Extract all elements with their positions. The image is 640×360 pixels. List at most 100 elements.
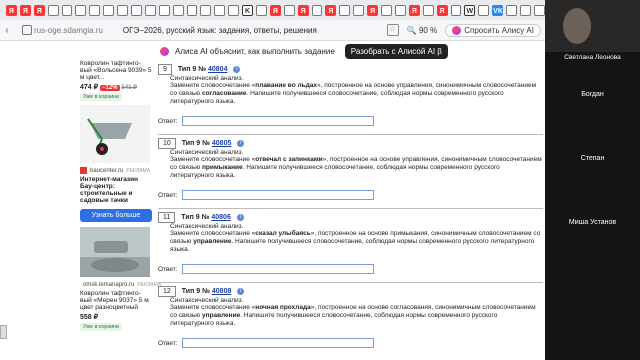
- tab-favicon-icon[interactable]: [158, 4, 170, 16]
- tab-favicon-icon[interactable]: [450, 4, 462, 16]
- tab-favicon-icon[interactable]: Я: [6, 4, 17, 16]
- tab-favicon-icon[interactable]: [381, 4, 392, 16]
- tab-favicon-icon[interactable]: [533, 4, 545, 16]
- tab-favicon-icon[interactable]: [144, 4, 156, 16]
- answer-input[interactable]: [181, 116, 374, 126]
- tab-favicon-icon[interactable]: [214, 4, 226, 16]
- participant-tile-1[interactable]: Светлана Леонова: [545, 0, 640, 61]
- baucenter-icon: [80, 167, 87, 174]
- task-id-link[interactable]: 40804: [208, 66, 227, 73]
- task-id-link[interactable]: 40806: [211, 214, 230, 221]
- answer-label: Ответ:: [158, 265, 178, 273]
- ask-alice-button[interactable]: Спросить Алису AI: [445, 23, 541, 37]
- wheelbarrow-image[interactable]: [80, 105, 150, 163]
- tab-favicon-icon[interactable]: [353, 4, 365, 16]
- task-block: 11 Тип 9 № 40806 i Синтаксический анализ. За…: [158, 212, 543, 274]
- ad-2-tag: РЕКЛАМА: [126, 167, 151, 174]
- task-number: 12: [158, 286, 176, 297]
- tab-favicon-icon[interactable]: Я: [269, 4, 281, 16]
- tab-favicon-icon[interactable]: [200, 4, 212, 16]
- answer-input[interactable]: [181, 264, 374, 274]
- tab-favicon-icon[interactable]: [422, 4, 434, 16]
- participant-name[interactable]: Степан: [545, 155, 640, 162]
- participant-name[interactable]: Миша Установ: [545, 219, 640, 226]
- tab-favicon-icon[interactable]: [506, 4, 518, 16]
- tab-favicon-icon[interactable]: Я: [436, 4, 448, 16]
- answer-label: Ответ:: [158, 117, 178, 125]
- tab-favicon-icon[interactable]: Я: [33, 4, 45, 16]
- task-title: Тип 9 № 40808: [182, 288, 232, 295]
- task-block: 12 Тип 9 № 40808 i Синтаксический анализ. За…: [158, 286, 543, 348]
- answer-input[interactable]: [181, 190, 374, 200]
- tab-favicon-icon[interactable]: [228, 4, 240, 16]
- tab-favicon-icon[interactable]: [339, 4, 351, 16]
- ad-3-title[interactable]: Ковролин тафтинго-вый «Мерен 9037» 5 м ц…: [80, 290, 152, 311]
- ask-alice-label: Спросить Алису AI: [464, 25, 534, 35]
- task-number: 11: [158, 212, 176, 223]
- tab-favicon-icon[interactable]: [186, 4, 198, 16]
- participant-avatar: [563, 8, 591, 44]
- task-type-label: Тип 9 №: [177, 66, 207, 73]
- participant-name[interactable]: Богдан: [545, 91, 640, 98]
- target-phrase: отвечал с запинками: [255, 156, 323, 163]
- task-id-link[interactable]: 40805: [212, 140, 231, 147]
- task-id-link[interactable]: 40808: [212, 288, 231, 295]
- tab-favicon-icon[interactable]: K: [242, 4, 254, 16]
- tab-favicon-icon[interactable]: [256, 4, 267, 16]
- task-header: 10 Тип 9 № 40805 i: [158, 138, 543, 149]
- ad-1-price-row: 474 ₽ −12% 541 ₽: [80, 83, 152, 91]
- tab-favicon-icon[interactable]: [131, 4, 142, 16]
- tab-favicon-icon[interactable]: Я: [408, 4, 420, 16]
- ad-3-badge: Уже в корзине: [80, 323, 123, 331]
- tab-favicon-icon[interactable]: Я: [297, 4, 309, 16]
- tab-favicon-icon[interactable]: Я: [19, 4, 31, 16]
- url-text[interactable]: rus-oge.sdamgia.ru: [34, 26, 103, 35]
- ad-2[interactable]: baucenter.ru РЕКЛАМА Интернет-магазин Ба…: [80, 105, 152, 222]
- tab-favicon-icon[interactable]: W: [464, 4, 476, 16]
- tab-favicon-icon[interactable]: [89, 4, 101, 16]
- ad-2-learn-more-button[interactable]: Узнать больше: [80, 209, 152, 222]
- page-title: ОГЭ−2026, русский язык: задания, ответы,…: [122, 25, 317, 35]
- scroll-handle[interactable]: [0, 325, 7, 339]
- ad-3-source-row: omsk.lemanapro.ru РЕКЛАМА: [80, 281, 161, 288]
- zoom-level[interactable]: 🔍 90 %: [407, 26, 437, 35]
- tab-favicon-icon[interactable]: [103, 4, 115, 16]
- task-subtitle: Синтаксический анализ.: [170, 149, 244, 156]
- tab-favicon-icon[interactable]: [394, 4, 406, 16]
- answer-row: Ответ:: [158, 190, 543, 200]
- tab-favicon-icon[interactable]: [47, 4, 59, 16]
- info-icon[interactable]: i: [236, 214, 244, 221]
- ad-3-source[interactable]: omsk.lemanapro.ru: [83, 282, 134, 288]
- back-icon[interactable]: ‹: [0, 25, 14, 36]
- ai-explain-button[interactable]: Разобрать с Алисой AI β: [344, 43, 448, 59]
- carpet-room-image[interactable]: [80, 227, 150, 277]
- ad-3[interactable]: omsk.lemanapro.ru РЕКЛАМА Ковролин тафти…: [80, 227, 161, 331]
- ad-2-source-row: baucenter.ru РЕКЛАМА: [80, 167, 152, 174]
- video-call-panel: Светлана Леонова Богдан Степан Миша Уста…: [545, 0, 640, 360]
- tab-favicon-icon[interactable]: [117, 4, 129, 16]
- tab-favicon-icon[interactable]: [172, 4, 184, 16]
- tab-favicon-icon[interactable]: [61, 4, 73, 16]
- ad-3-price: 558 ₽: [80, 314, 99, 321]
- info-icon[interactable]: i: [237, 140, 245, 147]
- ad-2-title[interactable]: Интернет-магазин Бау-центр: строительные…: [80, 176, 152, 204]
- tab-favicon-icon[interactable]: VK: [492, 4, 504, 16]
- ad-1[interactable]: Ковролин тафтинго-вый «Вольсена 9039» 5 …: [80, 60, 152, 101]
- tab-favicon-icon[interactable]: [75, 4, 87, 16]
- tab-favicon-icon[interactable]: [478, 4, 490, 16]
- task-description: Замените словосочетание «отвечал с запин…: [170, 156, 543, 180]
- tab-favicon-icon[interactable]: Я: [367, 4, 379, 16]
- ad-1-title[interactable]: Ковролин тафтинго-вый «Вольсена 9039» 5 …: [80, 60, 152, 81]
- answer-input[interactable]: [181, 338, 374, 348]
- link-type: управление: [193, 238, 232, 245]
- info-icon[interactable]: i: [237, 288, 245, 295]
- tab-favicon-icon[interactable]: Я: [325, 4, 337, 16]
- tab-favicon-icon[interactable]: [311, 4, 323, 16]
- info-icon[interactable]: i: [233, 66, 241, 73]
- ad-2-source[interactable]: baucenter.ru: [90, 168, 123, 174]
- target-phrase: плавание во льдах: [255, 82, 317, 89]
- tab-favicon-icon[interactable]: [520, 4, 531, 16]
- tab-favicon-icon[interactable]: [283, 4, 295, 16]
- bookmark-icon[interactable]: ☆: [386, 24, 399, 36]
- alice-logo-icon: [160, 46, 169, 56]
